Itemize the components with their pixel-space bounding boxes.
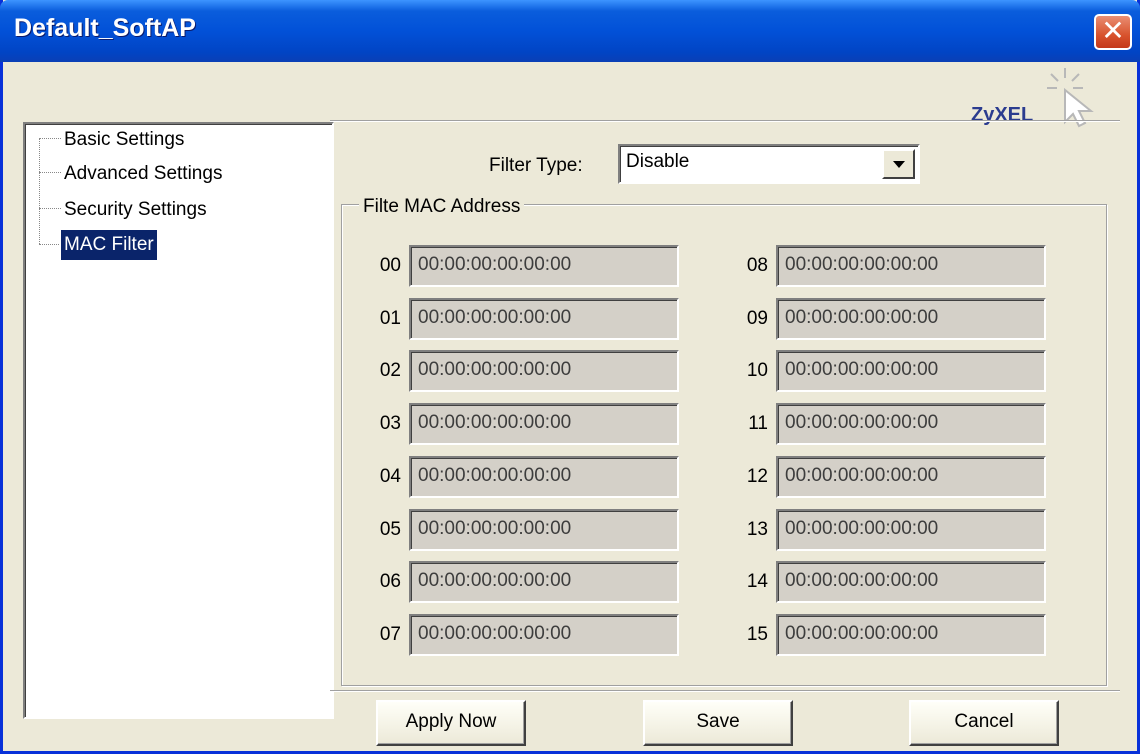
mac-entry-index: 01: [379, 307, 401, 329]
mac-entry-index: 07: [379, 623, 401, 645]
mac-entry-index: 11: [748, 413, 768, 435]
title-bar[interactable]: Default_SoftAP ✕: [0, 0, 1140, 62]
tree-connector: [39, 138, 61, 244]
mac-address-field[interactable]: 00:00:00:00:00:00: [409, 297, 679, 340]
mac-address-field[interactable]: 00:00:00:00:00:00: [776, 455, 1046, 498]
mac-address-field[interactable]: 00:00:00:00:00:00: [776, 403, 1046, 446]
tree-branch: [39, 244, 61, 245]
mac-entry-index: 15: [746, 623, 768, 645]
cancel-button[interactable]: Cancel: [909, 700, 1059, 746]
mac-address-field[interactable]: 00:00:00:00:00:00: [409, 350, 679, 393]
apply-now-button[interactable]: Apply Now: [376, 700, 526, 746]
mac-address-field[interactable]: 00:00:00:00:00:00: [409, 613, 679, 656]
save-button[interactable]: Save: [643, 700, 793, 746]
tree-item-security-settings[interactable]: Security Settings: [61, 195, 210, 225]
mac-address-field[interactable]: 00:00:00:00:00:00: [409, 245, 679, 287]
filter-type-select[interactable]: Disable: [618, 144, 920, 184]
tree-branch: [39, 138, 61, 139]
tree-item-basic-settings[interactable]: Basic Settings: [61, 125, 187, 155]
mac-entry-index: 05: [379, 518, 401, 540]
panel-bottom-divider: [330, 690, 1120, 692]
mac-address-field[interactable]: 00:00:00:00:00:00: [776, 350, 1046, 393]
mac-entry-index: 12: [746, 465, 768, 487]
mac-address-field[interactable]: 00:00:00:00:00:00: [409, 508, 679, 551]
mac-address-field[interactable]: 00:00:00:00:00:00: [776, 508, 1046, 551]
mac-entry-index: 09: [746, 307, 768, 329]
filter-type-label: Filter Type:: [489, 155, 583, 176]
mac-entry-index: 04: [379, 465, 401, 487]
panel-top-divider: [330, 120, 1120, 122]
tree-item-advanced-settings[interactable]: Advanced Settings: [61, 159, 225, 189]
filter-type-value: Disable: [626, 151, 690, 172]
dialog-window: Default_SoftAP ✕ ZyXEL Basic Settings Ad…: [0, 0, 1140, 754]
window-title: Default_SoftAP: [14, 14, 196, 42]
mac-address-field[interactable]: 00:00:00:00:00:00: [776, 245, 1046, 287]
mac-address-group-label: Filte MAC Address: [359, 196, 525, 218]
mac-address-field[interactable]: 00:00:00:00:00:00: [776, 561, 1046, 604]
tree-branch: [39, 172, 61, 173]
mac-entry-index: 14: [746, 571, 768, 593]
mac-address-field[interactable]: 00:00:00:00:00:00: [409, 455, 679, 498]
settings-tree: Basic Settings Advanced Settings Securit…: [23, 122, 334, 719]
mac-address-field[interactable]: 00:00:00:00:00:00: [776, 613, 1046, 656]
tree-item-mac-filter[interactable]: MAC Filter: [60, 229, 158, 261]
chevron-down-icon[interactable]: [882, 149, 915, 179]
mac-address-field[interactable]: 00:00:00:00:00:00: [409, 561, 679, 604]
mac-entry-index: 13: [746, 518, 768, 540]
close-button[interactable]: ✕: [1094, 14, 1132, 50]
tree-branch: [39, 208, 61, 209]
mac-entry-index: 10: [746, 360, 768, 382]
mac-address-field[interactable]: 00:00:00:00:00:00: [776, 297, 1046, 340]
mac-entry-index: 08: [746, 255, 768, 276]
mac-entry-index: 06: [379, 571, 401, 593]
mac-address-field[interactable]: 00:00:00:00:00:00: [409, 403, 679, 446]
mac-entry-index: 02: [379, 360, 401, 382]
mac-entry-index: 03: [379, 413, 401, 435]
zyxel-logo: ZyXEL: [971, 104, 1034, 126]
mac-entry-index: 00: [379, 255, 401, 276]
